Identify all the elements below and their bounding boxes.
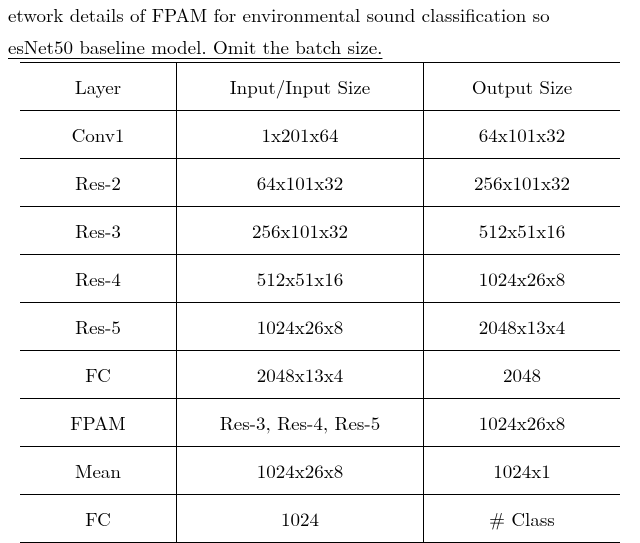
cell-layer: Mean xyxy=(20,446,177,494)
header-output: Output Size xyxy=(424,62,621,110)
cell-layer: Res-3 xyxy=(20,206,177,254)
cell-input: 1x201x64 xyxy=(177,110,424,158)
cell-input: 512x51x16 xyxy=(177,254,424,302)
cell-layer: Conv1 xyxy=(20,110,177,158)
header-input: Input/Input Size xyxy=(177,62,424,110)
cell-input: Res-3, Res-4, Res-5 xyxy=(177,398,424,446)
table-row: Res-5 1024x26x8 2048x13x4 xyxy=(20,302,620,350)
cell-output: 256x101x32 xyxy=(424,158,621,206)
cell-output: 2048 xyxy=(424,350,621,398)
cell-output: # Class xyxy=(424,494,621,542)
table-row: FC 2048x13x4 2048 xyxy=(20,350,620,398)
cell-layer: Res-2 xyxy=(20,158,177,206)
cell-layer: FC xyxy=(20,494,177,542)
table-row: Mean 1024x26x8 1024x1 xyxy=(20,446,620,494)
header-layer: Layer xyxy=(20,62,177,110)
cell-layer: Res-5 xyxy=(20,302,177,350)
cell-input: 256x101x32 xyxy=(177,206,424,254)
cell-input: 1024x26x8 xyxy=(177,446,424,494)
cell-output: 64x101x32 xyxy=(424,110,621,158)
cell-input: 1024x26x8 xyxy=(177,302,424,350)
table-header-row: Layer Input/Input Size Output Size xyxy=(20,62,620,110)
cell-layer: FC xyxy=(20,350,177,398)
network-details-table: Layer Input/Input Size Output Size Conv1… xyxy=(20,62,620,543)
cell-layer: Res-4 xyxy=(20,254,177,302)
cell-input: 64x101x32 xyxy=(177,158,424,206)
cell-layer: FPAM xyxy=(20,398,177,446)
table-row: FPAM Res-3, Res-4, Res-5 1024x26x8 xyxy=(20,398,620,446)
cell-input: 2048x13x4 xyxy=(177,350,424,398)
cell-output: 1024x26x8 xyxy=(424,254,621,302)
table-caption-line1: etwork details of FPAM for environmental… xyxy=(8,0,632,30)
table-caption-line2: esNet50 baseline model. Omit the batch s… xyxy=(8,32,632,62)
cell-input: 1024 xyxy=(177,494,424,542)
cell-output: 2048x13x4 xyxy=(424,302,621,350)
table-row: FC 1024 # Class xyxy=(20,494,620,542)
table-row: Conv1 1x201x64 64x101x32 xyxy=(20,110,620,158)
cell-output: 1024x26x8 xyxy=(424,398,621,446)
table-row: Res-3 256x101x32 512x51x16 xyxy=(20,206,620,254)
cell-output: 1024x1 xyxy=(424,446,621,494)
table-row: Res-4 512x51x16 1024x26x8 xyxy=(20,254,620,302)
table-row: Res-2 64x101x32 256x101x32 xyxy=(20,158,620,206)
cell-output: 512x51x16 xyxy=(424,206,621,254)
